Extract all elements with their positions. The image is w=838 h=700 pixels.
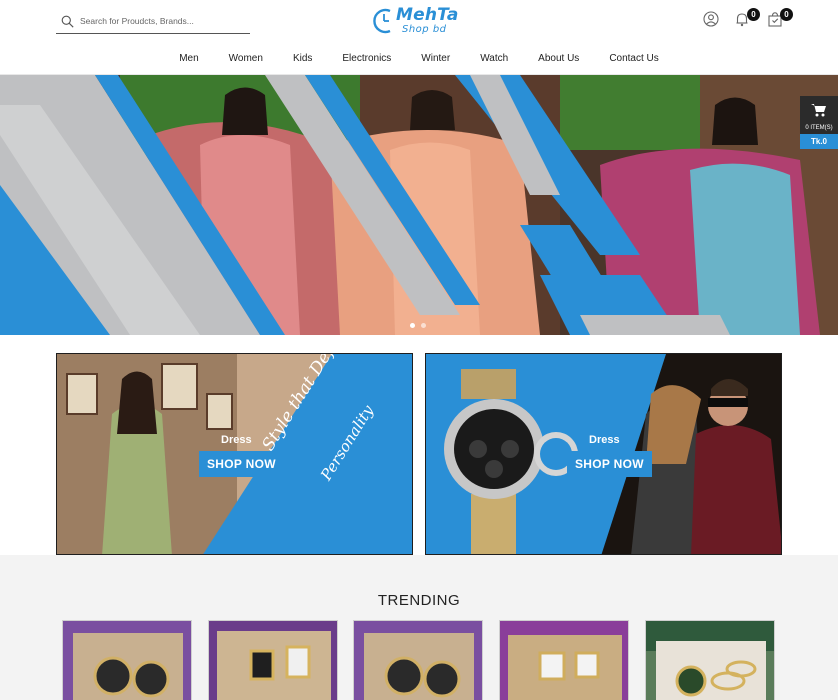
bag-button[interactable]: 0 xyxy=(767,8,793,27)
product-image xyxy=(63,621,191,700)
product-image xyxy=(646,621,774,700)
clock-logo-icon xyxy=(373,8,391,34)
slider-dots xyxy=(410,323,426,328)
search-icon[interactable] xyxy=(61,15,74,28)
logo-brand-text: MehTa xyxy=(396,5,459,25)
product-card[interactable] xyxy=(353,620,483,700)
nav-item-electronics[interactable]: Electronics xyxy=(327,53,406,64)
cart-total: Tk.0 xyxy=(800,134,838,149)
logo-sub-text: Shop bd xyxy=(402,24,447,35)
nav-item-men[interactable]: Men xyxy=(164,53,213,64)
banner-label: Dress xyxy=(221,434,252,446)
product-image xyxy=(209,621,337,700)
user-icon[interactable] xyxy=(703,11,719,27)
search-input[interactable] xyxy=(80,16,245,26)
dress-banner[interactable]: A Style that Defines your Personality Dr… xyxy=(56,353,413,555)
floating-cart[interactable]: 0 ITEM(S) Tk.0 xyxy=(800,96,838,149)
site-header: MehTa Shop bd 0 0 xyxy=(0,0,838,75)
slider-dot[interactable] xyxy=(410,323,415,328)
main-nav: Men Women Kids Electronics Winter Watch … xyxy=(0,53,838,64)
cart-items-count: 0 ITEM(S) xyxy=(805,125,833,131)
product-card[interactable] xyxy=(645,620,775,700)
watch-banner[interactable]: Dress SHOP NOW xyxy=(425,353,782,555)
search-bar[interactable] xyxy=(56,9,250,34)
slider-dot[interactable] xyxy=(421,323,426,328)
hero-slide-image xyxy=(0,75,838,335)
trending-section: TRENDING xyxy=(0,555,838,700)
nav-item-kids[interactable]: Kids xyxy=(278,53,327,64)
account-button[interactable] xyxy=(703,11,719,27)
bag-count-badge: 0 xyxy=(780,8,793,21)
product-card[interactable] xyxy=(208,620,338,700)
nav-item-contact-us[interactable]: Contact Us xyxy=(594,53,673,64)
shop-now-button[interactable]: SHOP NOW xyxy=(199,451,284,477)
nav-item-about-us[interactable]: About Us xyxy=(523,53,594,64)
product-card[interactable] xyxy=(499,620,629,700)
section-title: TRENDING xyxy=(377,592,461,609)
hero-slider[interactable] xyxy=(0,75,838,335)
product-image xyxy=(500,621,628,700)
header-icons: 0 0 xyxy=(703,8,793,27)
nav-item-winter[interactable]: Winter xyxy=(406,53,465,64)
site-logo[interactable]: MehTa Shop bd xyxy=(372,5,468,37)
banner-label: Dress xyxy=(589,434,620,446)
cart-icon[interactable] xyxy=(811,103,827,117)
notifications-count-badge: 0 xyxy=(747,8,760,21)
nav-item-women[interactable]: Women xyxy=(214,53,278,64)
shop-now-button[interactable]: SHOP NOW xyxy=(567,451,652,477)
notifications-button[interactable]: 0 xyxy=(734,8,760,27)
product-image xyxy=(354,621,482,700)
product-card[interactable] xyxy=(62,620,192,700)
nav-item-watch[interactable]: Watch xyxy=(465,53,523,64)
